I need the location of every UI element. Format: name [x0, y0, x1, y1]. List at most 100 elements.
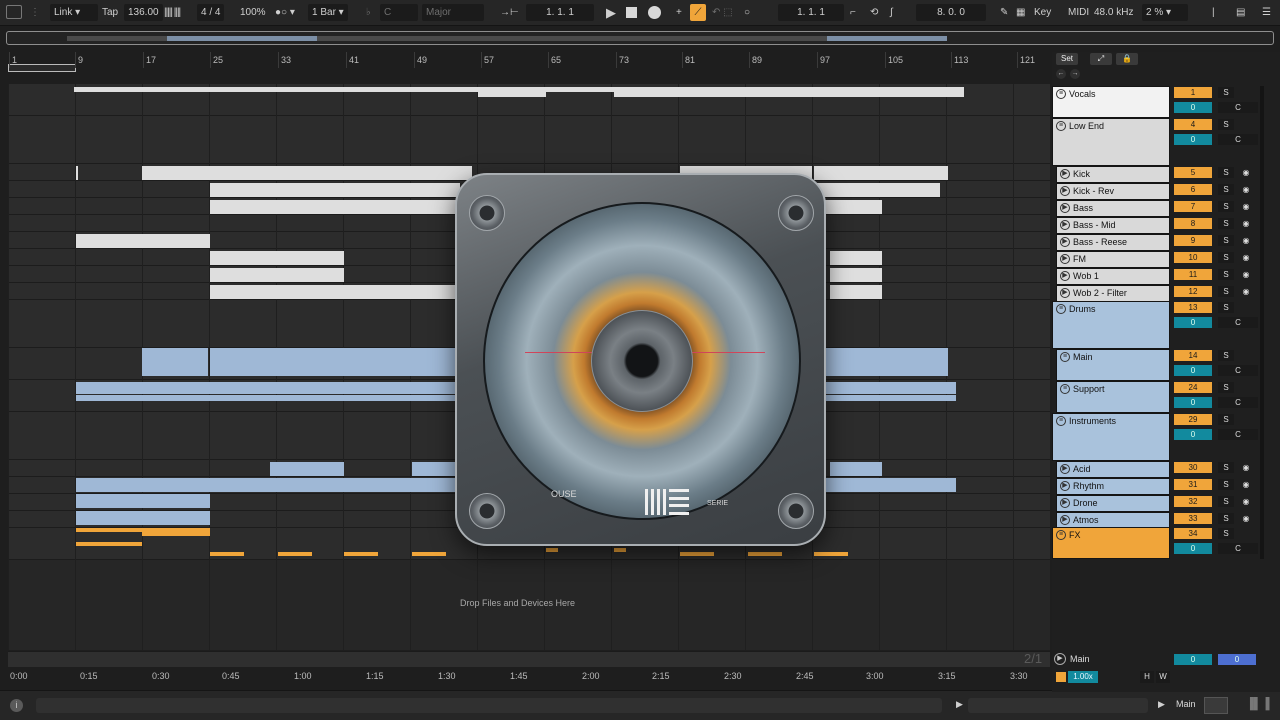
track-number[interactable]: 29: [1174, 414, 1212, 425]
group-fold-icon[interactable]: ≡: [1056, 530, 1066, 540]
clip[interactable]: [210, 348, 344, 376]
overdub-icon[interactable]: +: [676, 4, 682, 21]
track-volume[interactable]: 0: [1174, 317, 1212, 328]
automation-arm-icon[interactable]: ⟋: [690, 4, 706, 21]
track-header[interactable]: ≡ Low End: [1052, 118, 1170, 166]
track-number[interactable]: 5: [1174, 167, 1212, 178]
tap-button[interactable]: Tap: [102, 4, 118, 21]
track-lane[interactable]: [8, 116, 1050, 164]
main-play-icon[interactable]: ▶: [1054, 653, 1066, 665]
track-number[interactable]: 31: [1174, 479, 1212, 490]
track-number[interactable]: 6: [1174, 184, 1212, 195]
solo-button[interactable]: S: [1218, 252, 1234, 263]
clip[interactable]: [412, 552, 446, 556]
session-record-icon[interactable]: ↶ ⬚: [712, 4, 733, 21]
play-icon[interactable]: ▶: [1060, 237, 1070, 247]
clip[interactable]: [546, 548, 558, 552]
set-button[interactable]: Set: [1056, 53, 1078, 65]
scale-dropdown[interactable]: Major: [422, 4, 484, 21]
solo-button[interactable]: S: [1218, 269, 1234, 280]
arrangement-overview[interactable]: [6, 31, 1274, 45]
capture-icon[interactable]: ○: [744, 4, 750, 21]
view-toggle-icon[interactable]: ▐▌▐: [1246, 698, 1269, 710]
clip[interactable]: [210, 251, 344, 265]
time-ruler-scroll[interactable]: [8, 651, 1050, 667]
output-label[interactable]: Main: [1176, 699, 1196, 709]
stop-button[interactable]: [626, 7, 637, 18]
solo-button[interactable]: S: [1218, 167, 1234, 178]
track-number[interactable]: 4: [1174, 119, 1212, 130]
solo-button[interactable]: S: [1218, 528, 1234, 539]
tempo-follow-icon[interactable]: [1056, 672, 1066, 682]
w-button[interactable]: W: [1156, 671, 1170, 683]
menu-icon[interactable]: ☰: [1262, 4, 1271, 21]
clip[interactable]: [76, 511, 210, 525]
solo-button[interactable]: S: [1218, 302, 1234, 313]
clip[interactable]: [210, 268, 344, 282]
track-number[interactable]: 14: [1174, 350, 1212, 361]
clip[interactable]: [76, 494, 210, 508]
solo-button[interactable]: S: [1218, 462, 1234, 473]
record-button[interactable]: [648, 6, 661, 19]
clip[interactable]: [680, 552, 714, 556]
arm-icon[interactable]: ◉: [1240, 235, 1252, 246]
play-icon[interactable]: ▶: [1060, 464, 1070, 474]
track-header[interactable]: ▶ FM: [1056, 251, 1170, 268]
track-header[interactable]: ▶ Kick: [1056, 166, 1170, 183]
play-icon[interactable]: ▶: [1060, 515, 1070, 525]
key-map-button[interactable]: Key: [1034, 4, 1051, 21]
track-header[interactable]: ▶ Acid: [1056, 461, 1170, 478]
arm-icon[interactable]: ◉: [1240, 269, 1252, 280]
clip[interactable]: [830, 285, 882, 299]
track-header[interactable]: ▶ Wob 2 - Filter: [1056, 285, 1170, 302]
clip[interactable]: [142, 532, 210, 536]
track-number[interactable]: 32: [1174, 496, 1212, 507]
solo-button[interactable]: S: [1218, 201, 1234, 212]
play-icon[interactable]: ▶: [1060, 498, 1070, 508]
arm-icon[interactable]: ◉: [1240, 479, 1252, 490]
track-header[interactable]: ▶ Bass - Reese: [1056, 234, 1170, 251]
nudge-icon[interactable]: ||||| ||||: [164, 4, 181, 21]
zoom-field[interactable]: 100%: [240, 4, 266, 21]
pan-center-button[interactable]: C: [1218, 134, 1258, 145]
arm-icon[interactable]: ◉: [1240, 167, 1252, 178]
draw-mode-icon[interactable]: ✎: [1000, 4, 1008, 21]
link-button[interactable]: Link ▾: [50, 4, 98, 21]
arm-icon[interactable]: ◉: [1240, 201, 1252, 212]
solo-button[interactable]: S: [1218, 87, 1234, 98]
play-button[interactable]: ▶: [606, 4, 616, 21]
track-volume[interactable]: 0: [1174, 134, 1212, 145]
solo-button[interactable]: S: [1218, 350, 1234, 361]
play-icon[interactable]: ▶: [1060, 254, 1070, 264]
track-number[interactable]: 10: [1174, 252, 1212, 263]
group-fold-icon[interactable]: ≡: [1056, 89, 1066, 99]
clip[interactable]: [614, 92, 964, 97]
cpu-meter[interactable]: 2 % ▾: [1142, 4, 1188, 21]
clip[interactable]: [826, 348, 948, 376]
h-button[interactable]: H: [1140, 671, 1154, 683]
track-number[interactable]: 12: [1174, 286, 1212, 297]
arm-icon[interactable]: ◉: [1240, 184, 1252, 195]
track-number[interactable]: 7: [1174, 201, 1212, 212]
group-fold-icon[interactable]: ≡: [1056, 304, 1066, 314]
track-header[interactable]: ▶ Kick - Rev: [1056, 183, 1170, 200]
group-fold-icon[interactable]: ≡: [1056, 121, 1066, 131]
tempo-follow-field[interactable]: 1.00x: [1068, 671, 1098, 683]
solo-button[interactable]: S: [1218, 479, 1234, 490]
clip[interactable]: [830, 268, 882, 282]
track-header[interactable]: ▶ Bass - Mid: [1056, 217, 1170, 234]
arm-icon[interactable]: ◉: [1240, 513, 1252, 524]
clip[interactable]: [814, 183, 940, 197]
nav-forward-icon[interactable]: →: [1070, 69, 1080, 79]
track-header[interactable]: ≡ Vocals: [1052, 86, 1170, 118]
solo-button[interactable]: S: [1218, 184, 1234, 195]
info-icon[interactable]: i: [10, 699, 23, 712]
clip[interactable]: [478, 92, 546, 97]
clip[interactable]: [210, 183, 460, 197]
pan-center-button[interactable]: C: [1218, 429, 1258, 440]
solo-button[interactable]: S: [1218, 119, 1234, 130]
key-dropdown[interactable]: C: [380, 4, 418, 21]
group-fold-icon[interactable]: ≡: [1060, 352, 1070, 362]
play-icon[interactable]: ▶: [1060, 288, 1070, 298]
nav-back-icon[interactable]: ←: [1056, 69, 1066, 79]
